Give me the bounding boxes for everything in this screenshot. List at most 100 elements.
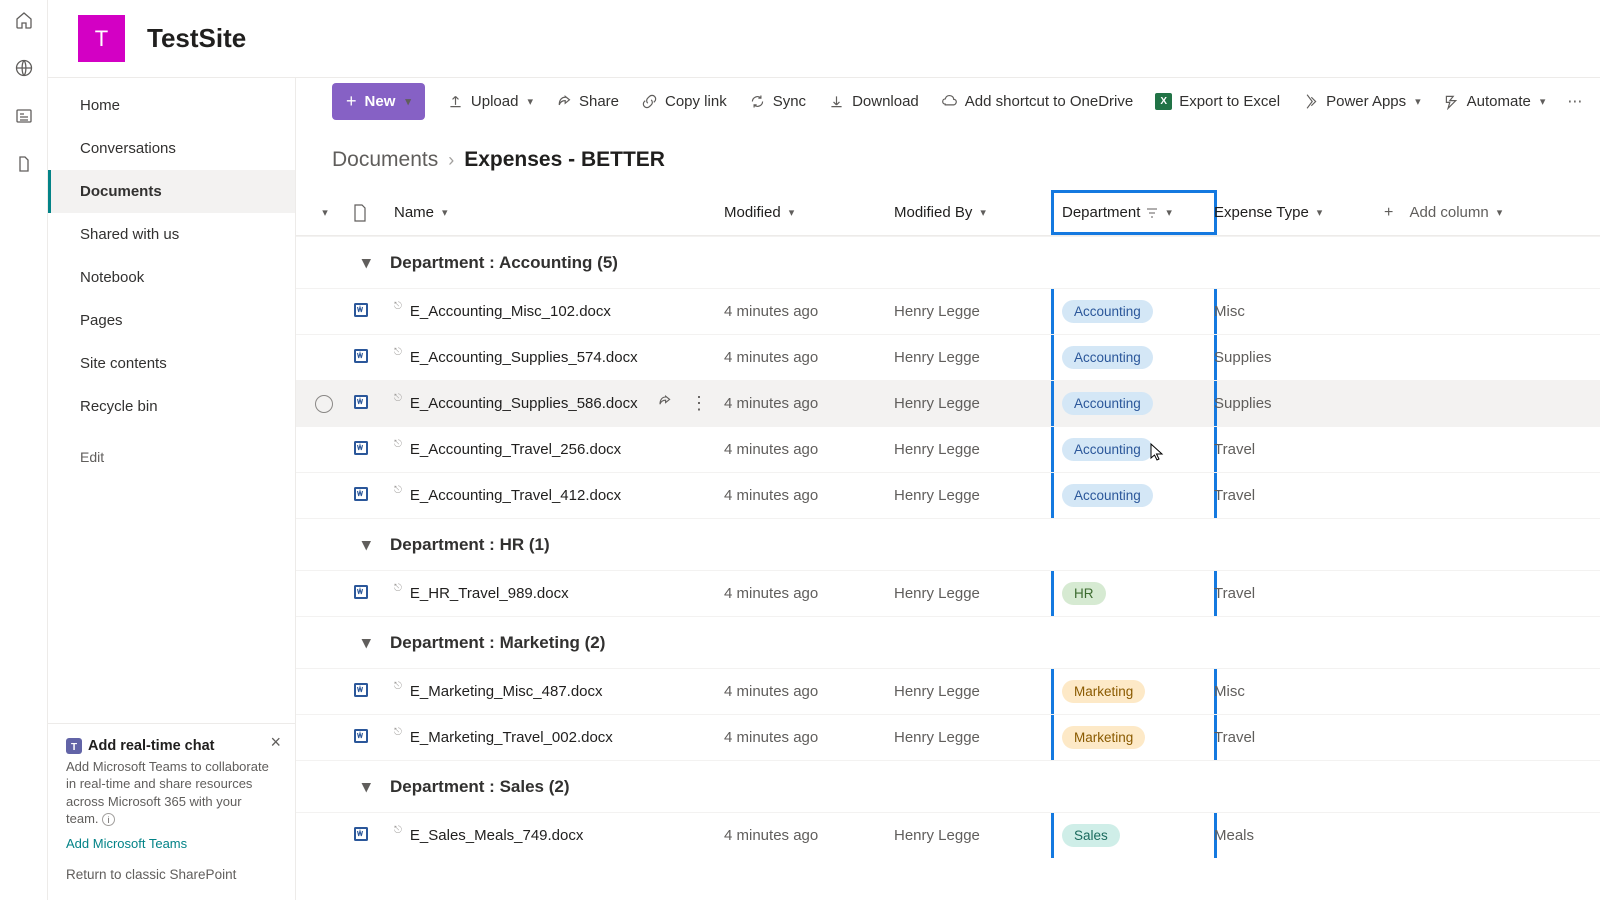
select-all-header[interactable]: ▾ [296,206,352,219]
file-name[interactable]: ⎋E_Marketing_Travel_002.docx [394,729,724,746]
file-type-icon [352,485,394,507]
news-rail-icon[interactable] [14,106,34,126]
file-name[interactable]: ⎋E_Accounting_Travel_256.docx [394,441,724,458]
table-row[interactable]: ⎋E_Accounting_Travel_256.docx4 minutes a… [296,426,1600,472]
table-row[interactable]: ⎋E_Marketing_Misc_487.docx4 minutes agoH… [296,668,1600,714]
expensetype-header[interactable]: Expense Type▾ [1214,204,1384,221]
department-cell: Accounting [1051,381,1217,426]
promo-desc: Add Microsoft Teams to collaborate in re… [66,758,277,828]
pin-icon: ⎋ [394,727,402,738]
site-logo[interactable]: T [78,15,125,62]
svg-text:T: T [71,742,77,753]
copylink-button[interactable]: Copy link [641,93,727,110]
download-button[interactable]: Download [828,93,919,110]
table-row[interactable]: ⎋E_Accounting_Misc_102.docx4 minutes ago… [296,288,1600,334]
chevron-down-icon[interactable]: ▾ [362,535,380,555]
nav-list: HomeConversationsDocumentsShared with us… [48,78,295,478]
file-type-icon [352,393,394,415]
file-name[interactable]: ⎋E_HR_Travel_989.docx [394,585,724,602]
table-row[interactable]: ⎋E_Accounting_Supplies_574.docx4 minutes… [296,334,1600,380]
chevron-down-icon[interactable]: ▾ [362,253,380,273]
more-icon[interactable]: ⋮ [690,393,708,414]
table-row[interactable]: ⎋E_Accounting_Supplies_586.docx⋮4 minute… [296,380,1600,426]
new-button[interactable]: + New ▾ [332,83,425,120]
share-button[interactable]: Share [555,93,619,110]
breadcrumb-root[interactable]: Documents [332,148,438,172]
close-icon[interactable]: × [270,732,281,753]
add-column-header[interactable]: + Add column▾ [1384,204,1544,222]
nav-item-conversations[interactable]: Conversations [48,127,295,170]
file-name[interactable]: ⎋E_Marketing_Misc_487.docx [394,683,724,700]
modified-cell: 4 minutes ago [724,585,894,602]
expensetype-cell: Meals [1214,827,1384,844]
globe-rail-icon[interactable] [14,58,34,78]
files-rail-icon[interactable] [14,154,34,174]
info-icon[interactable]: i [102,813,115,826]
site-title[interactable]: TestSite [147,23,246,54]
modified-header[interactable]: Modified▾ [724,204,894,221]
expensetype-cell: Misc [1214,303,1384,320]
modified-cell: 4 minutes ago [724,683,894,700]
department-cell: Marketing [1051,715,1217,760]
modifiedby-cell: Henry Legge [894,349,1054,366]
nav-edit[interactable]: Edit [48,436,295,478]
expensetype-cell: Misc [1214,683,1384,700]
table-row[interactable]: ⎋E_Sales_Meals_749.docx4 minutes agoHenr… [296,812,1600,858]
nav-item-site-contents[interactable]: Site contents [48,342,295,385]
pin-icon: ⎋ [394,439,402,450]
row-select[interactable] [296,395,352,413]
home-rail-icon[interactable] [14,10,34,30]
export-button[interactable]: XExport to Excel [1155,93,1280,110]
type-header[interactable] [352,204,394,222]
chevron-down-icon[interactable]: ▾ [362,777,380,797]
group-header[interactable]: ▾Department : Sales (2) [296,760,1600,812]
group-title: Department : HR (1) [390,535,550,555]
nav-item-recycle-bin[interactable]: Recycle bin [48,385,295,428]
share-icon[interactable] [656,393,672,414]
modified-cell: 4 minutes ago [724,303,894,320]
add-teams-link[interactable]: Add Microsoft Teams [66,836,277,851]
nav-item-pages[interactable]: Pages [48,299,295,342]
modifiedby-cell: Henry Legge [894,729,1054,746]
shortcut-button[interactable]: Add shortcut to OneDrive [941,93,1133,110]
table-row[interactable]: ⎋E_Marketing_Travel_002.docx4 minutes ag… [296,714,1600,760]
name-header[interactable]: Name▾ [394,204,724,221]
nav-item-shared-with-us[interactable]: Shared with us [48,213,295,256]
expensetype-cell: Travel [1214,729,1384,746]
chevron-right-icon: › [448,150,454,171]
department-cell: Accounting [1051,335,1217,380]
department-cell: HR [1051,571,1217,616]
file-name[interactable]: ⎋E_Accounting_Supplies_586.docx⋮ [394,393,724,414]
department-header[interactable]: Department▾ [1051,190,1217,235]
group-title: Department : Marketing (2) [390,633,605,653]
file-name[interactable]: ⎋E_Accounting_Supplies_574.docx [394,349,724,366]
sync-button[interactable]: Sync [749,93,806,110]
nav-item-documents[interactable]: Documents [48,170,295,213]
modifiedby-header[interactable]: Modified By▾ [894,204,1054,221]
modifiedby-cell: Henry Legge [894,487,1054,504]
file-name[interactable]: ⎋E_Accounting_Travel_412.docx [394,487,724,504]
more-button[interactable]: ⋯ [1567,92,1596,110]
pin-icon: ⎋ [394,347,402,358]
automate-button[interactable]: Automate▾ [1443,93,1546,110]
table-row[interactable]: ⎋E_HR_Travel_989.docx4 minutes agoHenry … [296,570,1600,616]
upload-button[interactable]: Upload▾ [447,93,533,110]
classic-link[interactable]: Return to classic SharePoint [48,861,295,900]
group-header[interactable]: ▾ Department : Marketing (2) [296,616,1600,668]
group-header[interactable]: ▾Department : Accounting (5) [296,236,1600,288]
nav-item-home[interactable]: Home [48,84,295,127]
department-pill: Accounting [1062,300,1153,323]
file-name[interactable]: ⎋E_Accounting_Misc_102.docx [394,303,724,320]
powerapps-button[interactable]: Power Apps▾ [1302,93,1421,110]
file-name[interactable]: ⎋E_Sales_Meals_749.docx [394,827,724,844]
site-header: T TestSite [48,0,1600,78]
expensetype-cell: Supplies [1214,395,1384,412]
table-row[interactable]: ⎋E_Accounting_Travel_412.docx4 minutes a… [296,472,1600,518]
group-header[interactable]: ▾ Department : HR (1) [296,518,1600,570]
promo-title-text: Add real-time chat [88,738,215,754]
chevron-down-icon[interactable]: ▾ [362,633,380,653]
new-label: New [365,93,396,110]
department-cell: Accounting [1051,427,1217,472]
department-cell: Accounting [1051,473,1217,518]
nav-item-notebook[interactable]: Notebook [48,256,295,299]
